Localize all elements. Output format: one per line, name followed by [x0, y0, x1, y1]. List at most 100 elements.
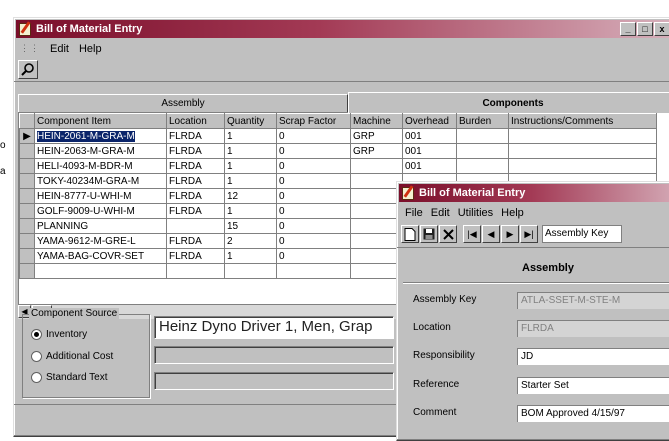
cell-machine[interactable]	[350, 203, 403, 219]
cell-location[interactable]: FLRDA	[166, 143, 225, 159]
cell-instructions[interactable]	[508, 158, 657, 174]
cell-overhead[interactable]: 001	[402, 128, 457, 144]
description-field[interactable]: Heinz Dyno Driver 1, Men, Grap	[154, 316, 394, 339]
col-component-item[interactable]: Component Item	[34, 113, 167, 129]
cell-quantity[interactable]: 2	[224, 233, 277, 249]
cell-location[interactable]: FLRDA	[166, 158, 225, 174]
cell-scrap-factor[interactable]: 0	[276, 218, 351, 234]
tab-components[interactable]: Components	[348, 92, 669, 113]
table-row[interactable]: ▶ HEIN-2061-M-GRA-M FLRDA 1 0 GRP 001	[19, 128, 657, 144]
cell-instructions[interactable]	[508, 128, 657, 144]
cell-burden[interactable]	[456, 128, 509, 144]
table-row[interactable]: HEIN-2063-M-GRA-M FLRDA 1 0 GRP 001	[19, 143, 657, 159]
delete-button[interactable]	[439, 225, 457, 243]
row-header[interactable]	[19, 233, 35, 249]
cell-machine[interactable]	[350, 263, 403, 279]
col-scrap-factor[interactable]: Scrap Factor	[276, 113, 351, 129]
last-record-button[interactable]: ▶|	[520, 225, 538, 243]
row-header[interactable]	[19, 218, 35, 234]
field-input[interactable]: JD	[517, 348, 669, 365]
cell-location[interactable]: FLRDA	[166, 248, 225, 264]
second-titlebar[interactable]: Bill of Material Entry	[399, 184, 669, 202]
cell-scrap-factor[interactable]: 0	[276, 158, 351, 174]
cell-location[interactable]	[166, 218, 225, 234]
cell-machine[interactable]	[350, 188, 403, 204]
row-header[interactable]	[19, 158, 35, 174]
cell-overhead[interactable]: 001	[402, 143, 457, 159]
cell-quantity[interactable]: 1	[224, 203, 277, 219]
cell-component-item[interactable]: YAMA-BAG-COVR-SET	[34, 248, 167, 264]
search-button[interactable]	[18, 59, 38, 79]
cell-machine[interactable]: GRP	[350, 143, 403, 159]
field-input[interactable]: Starter Set	[517, 377, 669, 394]
cell-location[interactable]: FLRDA	[166, 233, 225, 249]
field-input[interactable]: ATLA-SSET-M-STE-M	[517, 292, 669, 309]
cell-component-item[interactable]: PLANNING	[34, 218, 167, 234]
cell-machine[interactable]	[350, 233, 403, 249]
tab-assembly[interactable]: Assembly	[18, 94, 348, 112]
cell-quantity[interactable]: 1	[224, 143, 277, 159]
row-header[interactable]	[19, 173, 35, 189]
menu-file[interactable]: File	[405, 207, 423, 219]
cell-quantity[interactable]: 1	[224, 173, 277, 189]
cell-machine[interactable]	[350, 218, 403, 234]
lookup-combo[interactable]: Assembly Key	[542, 225, 622, 243]
current-row-indicator-icon[interactable]: ▶	[19, 128, 35, 144]
table-row[interactable]: HELI-4093-M-BDR-M FLRDA 1 0 001	[19, 158, 657, 174]
cell-location[interactable]	[166, 263, 225, 279]
cell-component-item[interactable]: YAMA-9612-M-GRE-L	[34, 233, 167, 249]
cell-component-item[interactable]: HEIN-2061-M-GRA-M	[34, 128, 167, 144]
radio-inventory-control[interactable]	[31, 329, 42, 340]
cell-location[interactable]: FLRDA	[166, 173, 225, 189]
cell-machine[interactable]	[350, 173, 403, 189]
cell-component-item[interactable]: TOKY-40234M-GRA-M	[34, 173, 167, 189]
cell-location[interactable]: FLRDA	[166, 203, 225, 219]
cell-scrap-factor[interactable]: 0	[276, 203, 351, 219]
row-header[interactable]	[19, 248, 35, 264]
row-header[interactable]	[19, 263, 35, 279]
row-header[interactable]	[19, 188, 35, 204]
cell-machine[interactable]: GRP	[350, 128, 403, 144]
cell-quantity[interactable]: 1	[224, 248, 277, 264]
cell-scrap-factor[interactable]: 0	[276, 143, 351, 159]
cell-component-item[interactable]: HELI-4093-M-BDR-M	[34, 158, 167, 174]
cell-scrap-factor[interactable]: 0	[276, 248, 351, 264]
menu-help[interactable]: Help	[79, 43, 102, 55]
cell-machine[interactable]	[350, 248, 403, 264]
radio-standard-text-control[interactable]	[31, 372, 42, 383]
cell-component-item[interactable]	[34, 263, 167, 279]
save-button[interactable]	[420, 225, 438, 243]
cell-quantity[interactable]: 1	[224, 128, 277, 144]
cell-component-item[interactable]: HEIN-8777-U-WHI-M	[34, 188, 167, 204]
cell-quantity[interactable]: 12	[224, 188, 277, 204]
next-record-button[interactable]: ▶	[501, 225, 519, 243]
cell-location[interactable]: FLRDA	[166, 188, 225, 204]
cell-component-item[interactable]: GOLF-9009-U-WHI-M	[34, 203, 167, 219]
cell-scrap-factor[interactable]: 0	[276, 188, 351, 204]
row-header[interactable]	[19, 203, 35, 219]
cell-scrap-factor[interactable]: 0	[276, 128, 351, 144]
cell-quantity[interactable]: 15	[224, 218, 277, 234]
radio-additional-cost-control[interactable]	[31, 351, 42, 362]
cell-component-item[interactable]: HEIN-2063-M-GRA-M	[34, 143, 167, 159]
cell-quantity[interactable]: 1	[224, 158, 277, 174]
field-input[interactable]: FLRDA	[517, 320, 669, 337]
menu-utilities[interactable]: Utilities	[458, 207, 493, 219]
col-burden[interactable]: Burden	[456, 113, 509, 129]
description-line-2[interactable]	[154, 346, 394, 364]
cell-machine[interactable]	[350, 158, 403, 174]
col-location[interactable]: Location	[166, 113, 225, 129]
menu-help[interactable]: Help	[501, 207, 524, 219]
menu-edit[interactable]: Edit	[431, 207, 450, 219]
cell-instructions[interactable]	[508, 143, 657, 159]
cell-quantity[interactable]	[224, 263, 277, 279]
cell-scrap-factor[interactable]: 0	[276, 233, 351, 249]
col-quantity[interactable]: Quantity	[224, 113, 277, 129]
radio-additional-cost[interactable]: Additional Cost	[31, 351, 113, 362]
col-instructions[interactable]: Instructions/Comments	[508, 113, 657, 129]
first-record-button[interactable]: |◀	[463, 225, 481, 243]
cell-overhead[interactable]: 001	[402, 158, 457, 174]
maximize-button[interactable]: □	[637, 22, 653, 36]
cell-scrap-factor[interactable]: 0	[276, 173, 351, 189]
description-line-3[interactable]	[154, 372, 394, 390]
